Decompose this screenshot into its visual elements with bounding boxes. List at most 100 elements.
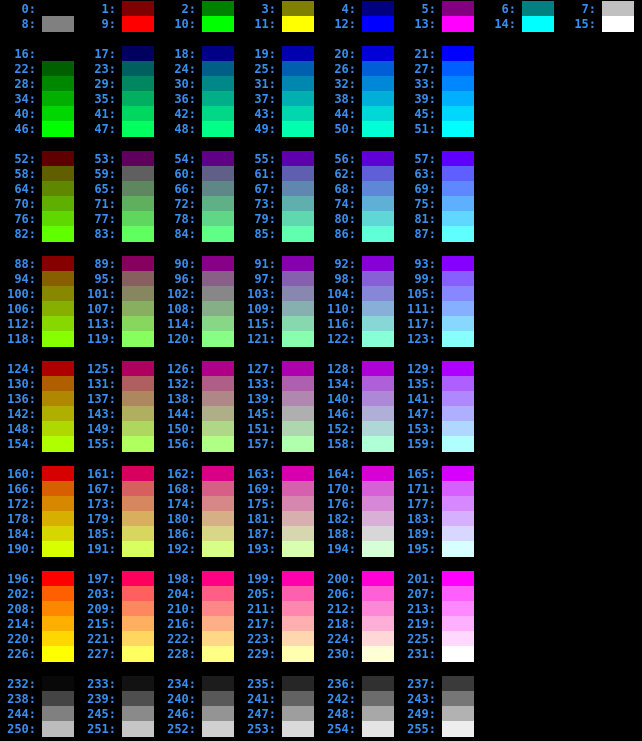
color-swatch: [282, 16, 314, 32]
color-swatch: [122, 286, 154, 302]
color-swatch: [362, 106, 394, 122]
color-cell: 177:: [400, 496, 480, 512]
color-cell: 214:: [0, 616, 80, 632]
color-swatch: [202, 706, 234, 722]
color-cell: 74:: [320, 196, 400, 212]
color-index-label: 209:: [87, 602, 116, 616]
color-index-label: 227:: [87, 647, 116, 661]
color-cell: 220:: [0, 631, 80, 647]
color-index-label: 190:: [7, 542, 36, 556]
color-index-label: 195:: [407, 542, 436, 556]
color-cell: 150:: [160, 421, 240, 437]
color-cell: 98:: [320, 271, 400, 287]
color-index-label: 121:: [247, 332, 276, 346]
color-index-label: 45:: [414, 107, 436, 121]
color-index-label: 172:: [7, 497, 36, 511]
color-swatch: [442, 76, 474, 92]
color-swatch: [362, 256, 394, 272]
color-cell: 250:: [0, 721, 80, 737]
color-index-label: 179:: [87, 512, 116, 526]
color-index-label: 203:: [87, 587, 116, 601]
color-swatch: [442, 16, 474, 32]
color-swatch: [362, 466, 394, 482]
color-cell: 63:: [400, 166, 480, 182]
color-cell: 138:: [160, 391, 240, 407]
color-cell: 14:: [480, 16, 560, 32]
color-swatch: [122, 481, 154, 497]
color-swatch: [442, 676, 474, 692]
color-index-label: 12:: [334, 17, 356, 31]
color-index-label: 49:: [254, 122, 276, 136]
color-index-label: 21:: [414, 47, 436, 61]
color-swatch: [42, 691, 74, 707]
color-swatch: [202, 421, 234, 437]
color-swatch: [122, 721, 154, 737]
color-index-label: 249:: [407, 707, 436, 721]
color-index-label: 197:: [87, 572, 116, 586]
color-index-label: 165:: [407, 467, 436, 481]
color-cell: 94:: [0, 271, 80, 287]
color-cell: 175:: [240, 496, 320, 512]
color-swatch: [362, 526, 394, 542]
color-index-label: 185:: [87, 527, 116, 541]
color-swatch: [442, 226, 474, 242]
color-swatch: [202, 571, 234, 587]
color-index-label: 59:: [94, 167, 116, 181]
color-cell: 245:: [80, 706, 160, 722]
color-cell: 161:: [80, 466, 160, 482]
color-index-label: 112:: [7, 317, 36, 331]
color-cell: 180:: [160, 511, 240, 527]
color-swatch: [442, 271, 474, 287]
color-swatch: [442, 631, 474, 647]
color-cell: 147:: [400, 406, 480, 422]
color-swatch: [442, 436, 474, 452]
color-swatch: [442, 541, 474, 557]
color-index-label: 229:: [247, 647, 276, 661]
color-cell: 183:: [400, 511, 480, 527]
color-cell: 194:: [320, 541, 400, 557]
color-cell: 209:: [80, 601, 160, 617]
color-index-label: 107:: [87, 302, 116, 316]
color-index-label: 168:: [167, 482, 196, 496]
color-cell: 249:: [400, 706, 480, 722]
color-index-label: 18:: [174, 47, 196, 61]
color-cell: 54:: [160, 151, 240, 167]
color-swatch: [442, 586, 474, 602]
color-index-label: 139:: [247, 392, 276, 406]
color-swatch: [122, 46, 154, 62]
color-swatch: [522, 1, 554, 17]
color-swatch: [202, 106, 234, 122]
color-index-label: 114:: [167, 317, 196, 331]
color-index-label: 204:: [167, 587, 196, 601]
color-index-label: 149:: [87, 422, 116, 436]
color-swatch: [442, 301, 474, 317]
color-index-label: 103:: [247, 287, 276, 301]
color-swatch: [442, 166, 474, 182]
color-cell: 70:: [0, 196, 80, 212]
color-cell: 133:: [240, 376, 320, 392]
color-swatch: [42, 541, 74, 557]
color-cell: 236:: [320, 676, 400, 692]
color-cell: 28:: [0, 76, 80, 92]
color-cell: 149:: [80, 421, 160, 437]
color-cell: 243:: [400, 691, 480, 707]
color-swatch: [282, 46, 314, 62]
color-index-label: 208:: [7, 602, 36, 616]
color-swatch: [442, 331, 474, 347]
color-swatch: [362, 631, 394, 647]
color-index-label: 82:: [14, 227, 36, 241]
color-swatch: [362, 1, 394, 17]
color-swatch: [442, 256, 474, 272]
color-cell: 203:: [80, 586, 160, 602]
color-cell: 233:: [80, 676, 160, 692]
color-index-label: 85:: [254, 227, 276, 241]
color-index-label: 46:: [14, 122, 36, 136]
color-index-label: 64:: [14, 182, 36, 196]
color-index-label: 134:: [327, 377, 356, 391]
color-swatch: [442, 361, 474, 377]
color-cell: 151:: [240, 421, 320, 437]
color-cell: 144:: [160, 406, 240, 422]
color-swatch: [122, 211, 154, 227]
color-cell: 181:: [240, 511, 320, 527]
color-index-label: 101:: [87, 287, 116, 301]
